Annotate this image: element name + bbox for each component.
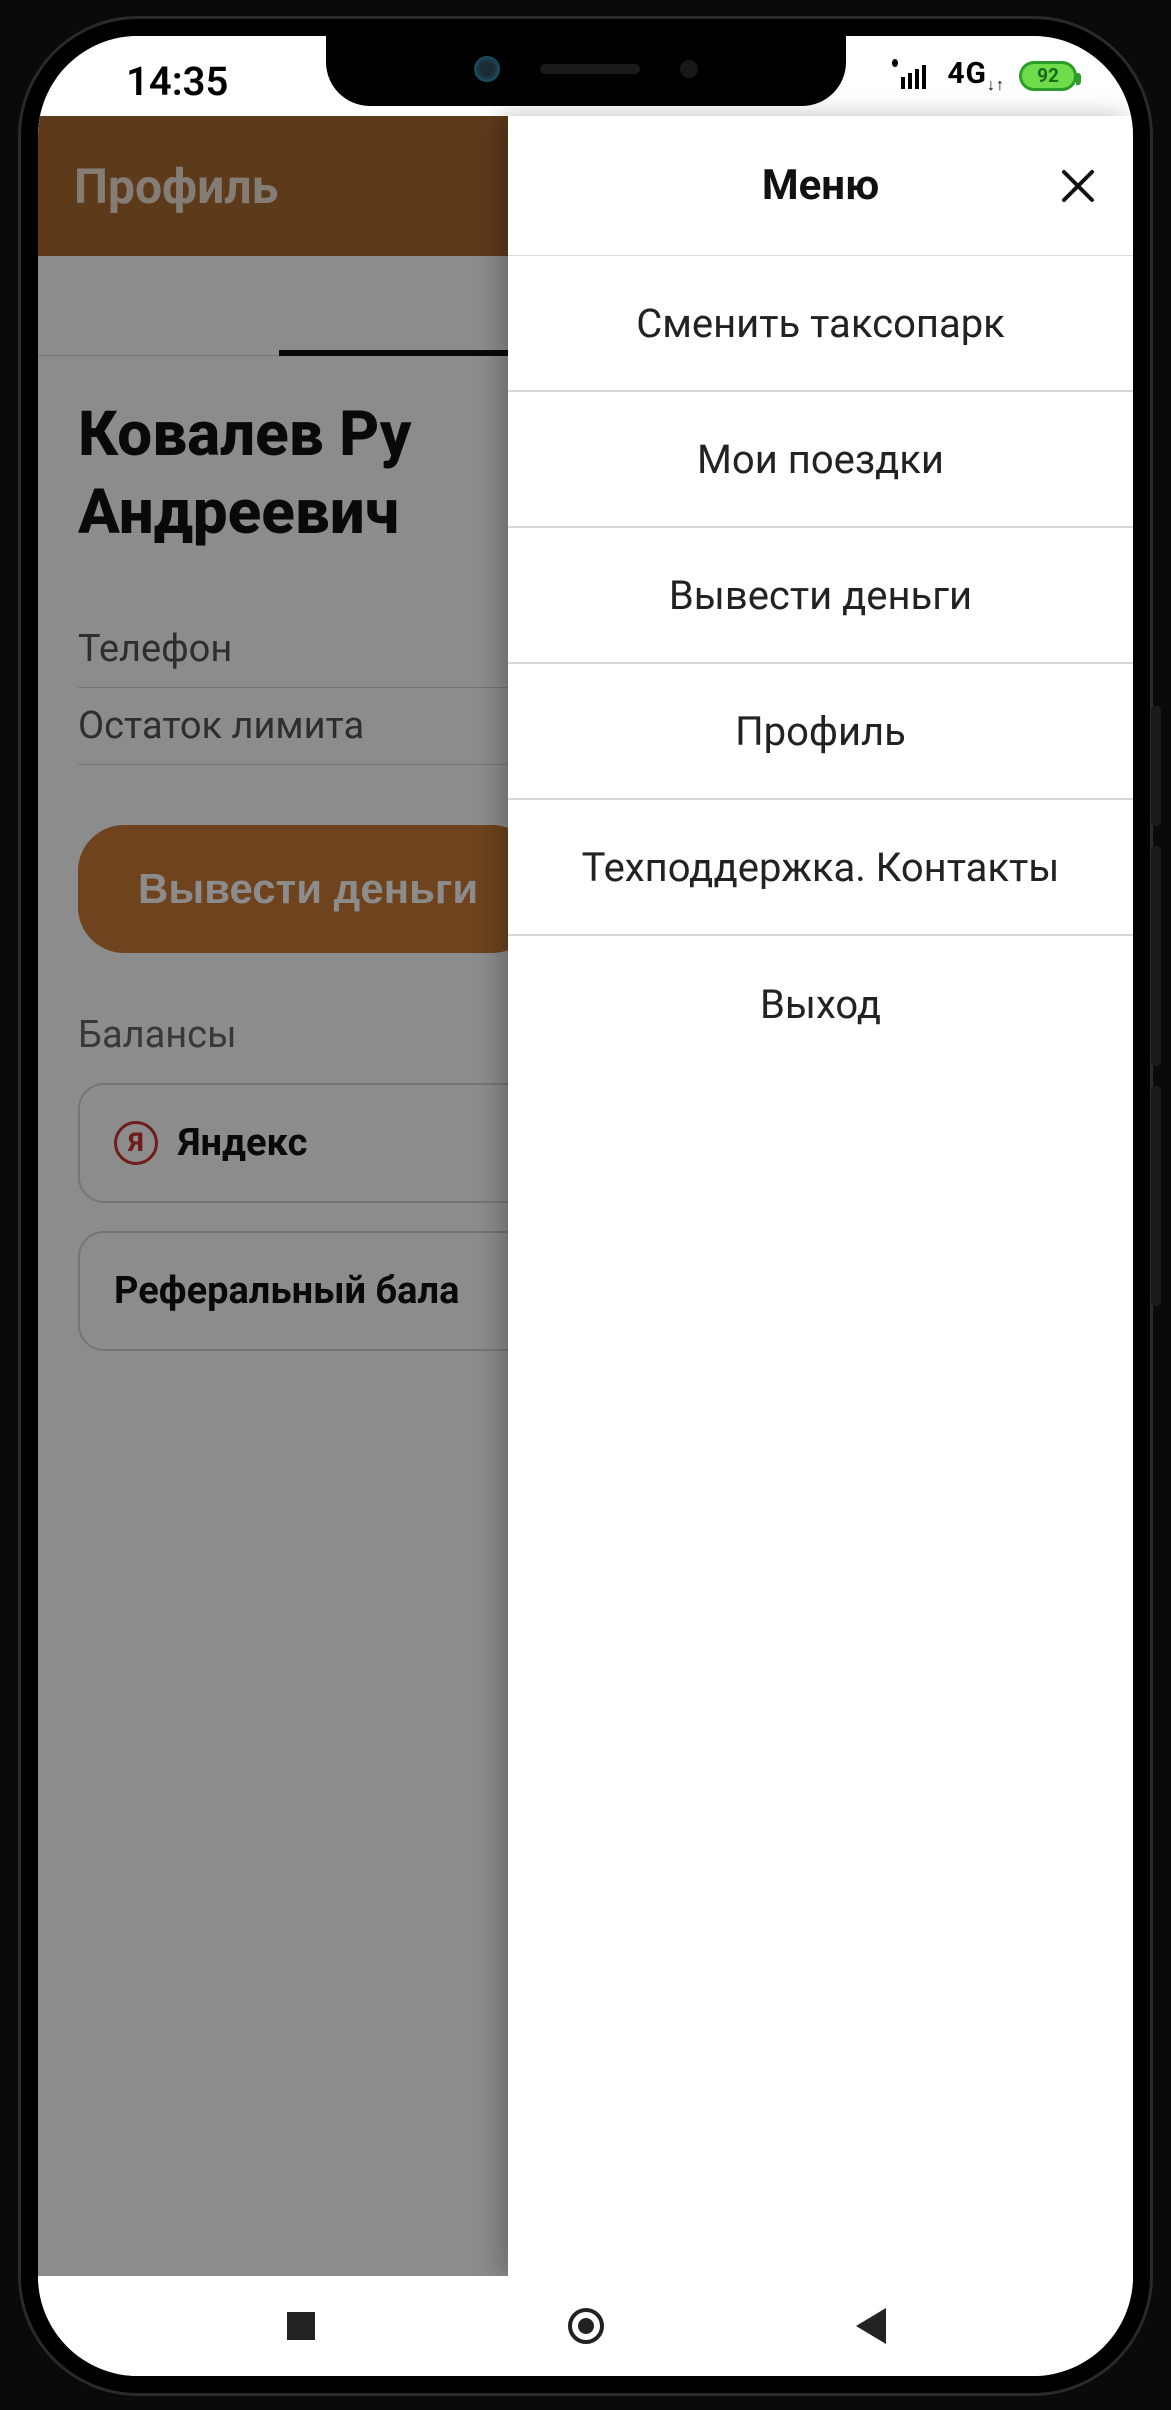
sensor-icon — [680, 60, 698, 78]
speaker-grille — [540, 64, 640, 74]
system-navbar — [38, 2276, 1133, 2376]
side-button — [1151, 706, 1161, 826]
menu-title: Меню — [762, 161, 879, 210]
status-bar: 14:35 4G↓↑ 92 — [38, 36, 1133, 116]
side-button — [1151, 1086, 1161, 1306]
menu-item-profile[interactable]: Профиль — [508, 664, 1133, 800]
app-area: Профиль Инфо Ковалев Ру Андреевич Телефо… — [38, 116, 1133, 2276]
phone-frame: 14:35 4G↓↑ 92 Профиль Инфо — [18, 16, 1153, 2396]
menu-item-withdraw[interactable]: Вывести деньги — [508, 528, 1133, 664]
menu-item-support[interactable]: Техподдержка. Контакты — [508, 800, 1133, 936]
menu-header: Меню — [508, 116, 1133, 256]
square-icon — [287, 2312, 315, 2340]
circle-icon — [568, 2308, 604, 2344]
back-triangle-icon — [856, 2308, 886, 2344]
network-label: 4G↓↑ — [947, 56, 1005, 95]
battery-icon: 92 — [1019, 61, 1077, 91]
status-clock: 14:35 — [126, 58, 228, 105]
signal-icon — [892, 63, 933, 89]
status-right: 4G↓↑ 92 — [892, 56, 1077, 95]
menu-item-my-trips[interactable]: Мои поездки — [508, 392, 1133, 528]
menu-item-logout[interactable]: Выход — [508, 936, 1133, 1072]
camera-icon — [474, 56, 500, 82]
notch — [326, 36, 846, 106]
screen: 14:35 4G↓↑ 92 Профиль Инфо — [38, 36, 1133, 2376]
menu-item-change-taxopark[interactable]: Сменить таксопарк — [508, 256, 1133, 392]
nav-home-button[interactable] — [566, 2306, 606, 2346]
menu-drawer: Меню Сменить таксопарк Мои поездки Вывес… — [508, 116, 1133, 2276]
close-icon — [1058, 166, 1098, 206]
nav-back-button[interactable] — [851, 2306, 891, 2346]
side-button — [1151, 846, 1161, 1066]
nav-recent-button[interactable] — [281, 2306, 321, 2346]
close-button[interactable] — [1053, 161, 1103, 211]
